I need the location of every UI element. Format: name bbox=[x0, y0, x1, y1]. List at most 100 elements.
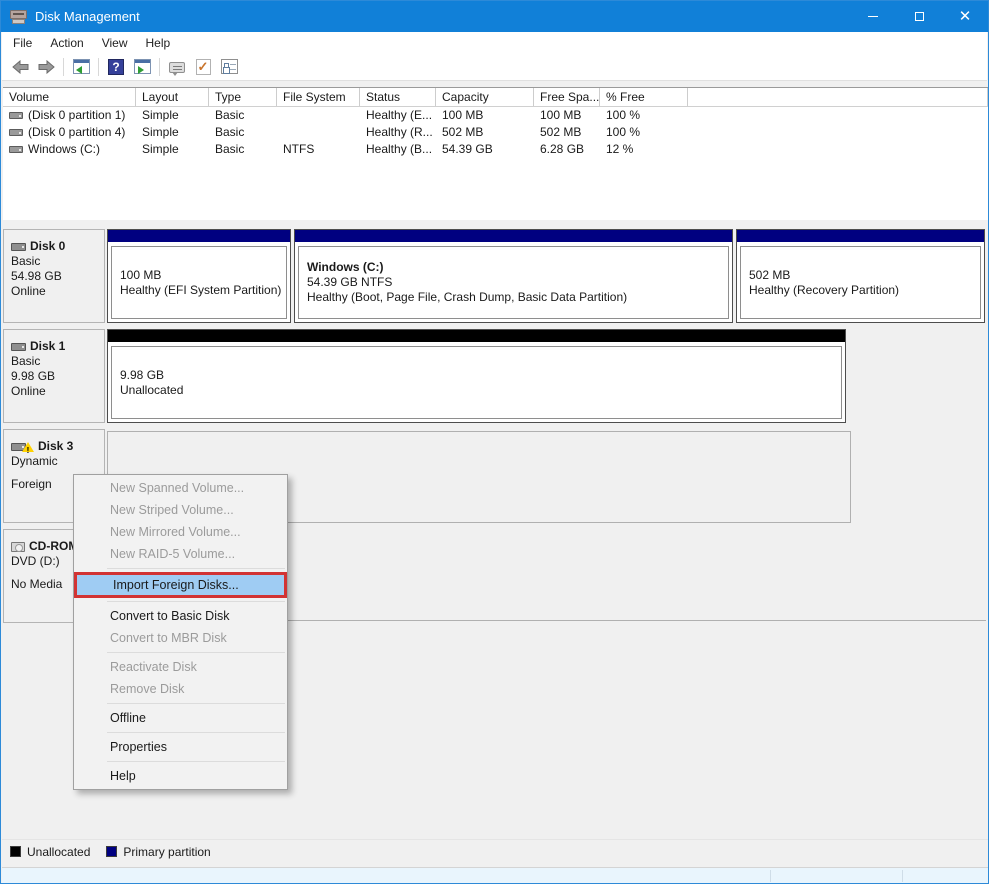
volume-name: (Disk 0 partition 1) bbox=[28, 107, 125, 124]
maximize-button[interactable] bbox=[896, 1, 942, 32]
volume-name: (Disk 0 partition 4) bbox=[28, 124, 125, 141]
status-divider bbox=[770, 870, 771, 882]
menu-item-new-striped-volume: New Striped Volume... bbox=[74, 499, 287, 521]
toolbar-separator bbox=[98, 58, 99, 76]
table-row[interactable]: Windows (C:) Simple Basic NTFS Healthy (… bbox=[3, 141, 988, 158]
cell-freespace: 6.28 GB bbox=[534, 141, 600, 158]
disk0-label[interactable]: Disk 0 Basic 54.98 GB Online bbox=[3, 229, 105, 323]
menu-item-reactivate-disk: Reactivate Disk bbox=[74, 656, 287, 678]
graphical-view-button[interactable] bbox=[130, 55, 154, 79]
legend-label: Primary partition bbox=[123, 845, 210, 859]
cell-freespace: 100 MB bbox=[534, 107, 600, 124]
status-divider bbox=[902, 870, 903, 882]
menu-separator bbox=[107, 732, 285, 733]
toolbar-separator bbox=[159, 58, 160, 76]
help-button[interactable]: ? bbox=[104, 55, 128, 79]
col-freespace[interactable]: Free Spa... bbox=[534, 88, 600, 106]
col-type[interactable]: Type bbox=[209, 88, 277, 106]
graphical-view-icon bbox=[134, 59, 151, 74]
check-icon: ✓ bbox=[196, 59, 211, 75]
disk-kind: Basic bbox=[11, 254, 102, 269]
col-status[interactable]: Status bbox=[360, 88, 436, 106]
unallocated-region[interactable]: 9.98 GB Unallocated bbox=[107, 329, 846, 423]
list-view-button[interactable] bbox=[69, 55, 93, 79]
partition-efi[interactable]: 100 MB Healthy (EFI System Partition) bbox=[107, 229, 291, 323]
volume-name: Windows (C:) bbox=[28, 141, 100, 158]
col-pctfree[interactable]: % Free bbox=[600, 88, 688, 106]
legend-label: Unallocated bbox=[27, 845, 90, 859]
volume-table: Volume Layout Type File System Status Ca… bbox=[3, 87, 988, 220]
menu-action[interactable]: Action bbox=[41, 33, 92, 53]
disk1-label[interactable]: Disk 1 Basic 9.98 GB Online bbox=[3, 329, 105, 423]
menu-item-offline[interactable]: Offline bbox=[74, 707, 287, 729]
primary-partition-strip bbox=[295, 230, 732, 242]
col-layout[interactable]: Layout bbox=[136, 88, 209, 106]
menu-help[interactable]: Help bbox=[137, 33, 180, 53]
disk-name: Disk 0 bbox=[30, 239, 65, 254]
cell-type: Basic bbox=[209, 141, 277, 158]
legend: Unallocated Primary partition bbox=[2, 839, 989, 863]
cell-freespace: 502 MB bbox=[534, 124, 600, 141]
menu-item-convert-to-basic-disk[interactable]: Convert to Basic Disk bbox=[74, 605, 287, 627]
col-filesystem[interactable]: File System bbox=[277, 88, 360, 106]
cell-status: Healthy (E... bbox=[360, 107, 436, 124]
cell-capacity: 502 MB bbox=[436, 124, 534, 141]
back-button[interactable] bbox=[8, 55, 32, 79]
forward-button[interactable] bbox=[34, 55, 58, 79]
volume-icon bbox=[9, 129, 23, 136]
partition-windows-c[interactable]: Windows (C:) 54.39 GB NTFS Healthy (Boot… bbox=[294, 229, 733, 323]
cell-capacity: 54.39 GB bbox=[436, 141, 534, 158]
partition-status: Healthy (EFI System Partition) bbox=[120, 283, 286, 298]
popup-console-button[interactable] bbox=[165, 55, 189, 79]
menu-separator bbox=[107, 601, 285, 602]
menu-view[interactable]: View bbox=[93, 33, 137, 53]
menu-item-properties[interactable]: Properties bbox=[74, 736, 287, 758]
partition-recovery[interactable]: 502 MB Healthy (Recovery Partition) bbox=[736, 229, 985, 323]
legend-unallocated: Unallocated bbox=[10, 845, 90, 859]
red-annotation-box: Import Foreign Disks... bbox=[74, 572, 287, 598]
list-icon bbox=[221, 59, 238, 74]
partition-size: 502 MB bbox=[749, 268, 980, 283]
partition-status: Unallocated bbox=[120, 383, 841, 398]
col-volume[interactable]: Volume bbox=[3, 88, 136, 106]
cell-pctfree: 100 % bbox=[600, 107, 688, 124]
cell-layout: Simple bbox=[136, 124, 209, 141]
disk-state: Online bbox=[11, 284, 102, 299]
minimize-icon bbox=[868, 16, 878, 17]
hard-disk-icon bbox=[11, 243, 26, 251]
menubar: File Action View Help bbox=[2, 32, 987, 53]
app-icon bbox=[10, 10, 27, 24]
menu-item-help[interactable]: Help bbox=[74, 765, 287, 787]
menu-item-import-foreign-disks[interactable]: Import Foreign Disks... bbox=[77, 575, 284, 595]
disk-state: Online bbox=[11, 384, 102, 399]
minimize-button[interactable] bbox=[850, 1, 896, 32]
disk-name: Disk 1 bbox=[30, 339, 65, 354]
cell-layout: Simple bbox=[136, 141, 209, 158]
help-icon: ? bbox=[108, 59, 124, 75]
menu-item-remove-disk: Remove Disk bbox=[74, 678, 287, 700]
close-button[interactable]: ✕ bbox=[942, 1, 988, 32]
check-action-button[interactable]: ✓ bbox=[191, 55, 215, 79]
table-row[interactable]: (Disk 0 partition 4) Simple Basic Health… bbox=[3, 124, 988, 141]
disk-size: 9.98 GB bbox=[11, 369, 102, 384]
primary-partition-strip bbox=[737, 230, 984, 242]
close-icon: ✕ bbox=[959, 9, 972, 24]
menu-item-new-mirrored-volume: New Mirrored Volume... bbox=[74, 521, 287, 543]
menu-file[interactable]: File bbox=[4, 33, 41, 53]
list-view-icon bbox=[73, 59, 90, 74]
cell-status: Healthy (R... bbox=[360, 124, 436, 141]
cd-rom-icon bbox=[11, 542, 25, 552]
maximize-icon bbox=[915, 12, 924, 21]
volume-icon bbox=[9, 146, 23, 153]
menu-item-new-spanned-volume: New Spanned Volume... bbox=[74, 477, 287, 499]
disk1-row: Disk 1 Basic 9.98 GB Online 9.98 GB Unal… bbox=[1, 329, 989, 423]
menu-separator bbox=[107, 652, 285, 653]
unallocated-strip bbox=[108, 330, 845, 342]
cell-filesystem bbox=[277, 107, 360, 124]
properties-list-button[interactable] bbox=[217, 55, 241, 79]
col-capacity[interactable]: Capacity bbox=[436, 88, 534, 106]
table-row[interactable]: (Disk 0 partition 1) Simple Basic Health… bbox=[3, 107, 988, 124]
cell-pctfree: 12 % bbox=[600, 141, 688, 158]
cell-type: Basic bbox=[209, 107, 277, 124]
menu-separator bbox=[107, 761, 285, 762]
